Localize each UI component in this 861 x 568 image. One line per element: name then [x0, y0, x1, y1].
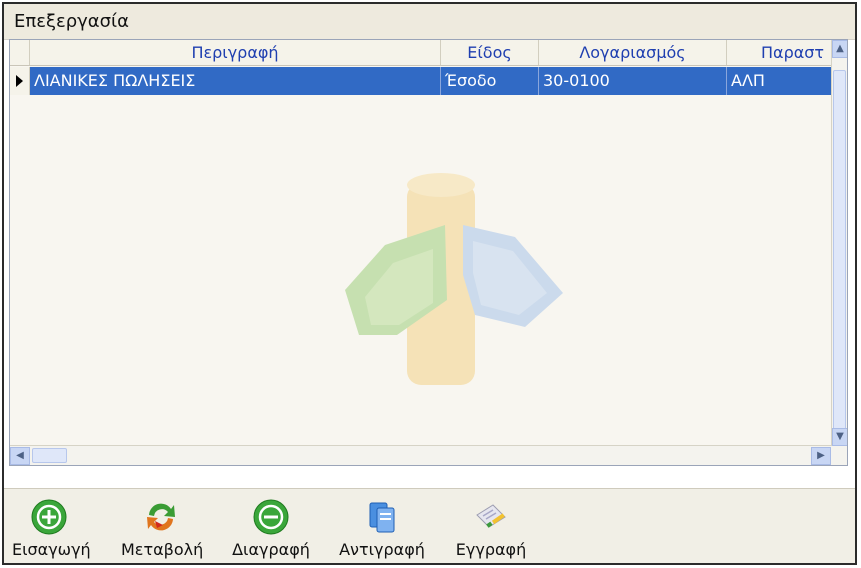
delete-label: Διαγραφή: [232, 540, 310, 559]
horizontal-scroll-thumb[interactable]: [32, 448, 67, 463]
row-indicator-icon: [16, 75, 23, 87]
column-header-type[interactable]: Είδος: [441, 40, 539, 65]
copy-pages-icon: [369, 502, 395, 533]
chevron-left-icon: ◀: [16, 450, 24, 461]
vertical-scrollbar[interactable]: ▲ ▼: [831, 40, 847, 465]
refresh-arrows-icon: [147, 503, 175, 531]
cell-account[interactable]: 30-0100: [539, 67, 727, 95]
vertical-scroll-thumb[interactable]: [833, 70, 846, 440]
cell-description[interactable]: ΛΙΑΝΙΚΕΣ ΠΩΛΗΣΕΙΣ: [30, 67, 441, 95]
horizontal-scrollbar[interactable]: ◀ ▶: [10, 445, 832, 465]
minus-circle-icon: [253, 499, 289, 535]
chevron-up-icon: ▲: [836, 43, 844, 54]
modify-button[interactable]: Μεταβολή: [121, 499, 204, 559]
record-label: Εγγραφή: [455, 540, 527, 559]
modify-label: Μεταβολή: [121, 540, 204, 559]
edit-window: Επεξεργασία Περιγραφή Είδος Λογαριασμός …: [2, 2, 857, 565]
header-indicator-cell: [10, 40, 30, 65]
delete-button[interactable]: Διαγραφή: [231, 499, 311, 559]
table-row[interactable]: ΛΙΑΝΙΚΕΣ ΠΩΛΗΣΕΙΣ Έσοδο 30-0100 ΑΛΠ: [10, 67, 832, 95]
insert-button[interactable]: Εισαγωγή: [12, 499, 91, 559]
scroll-left-button[interactable]: ◀: [10, 447, 30, 465]
column-header-account[interactable]: Λογαριασμός: [539, 40, 727, 65]
insert-label: Εισαγωγή: [12, 540, 91, 559]
scroll-down-button[interactable]: ▼: [832, 428, 847, 446]
chevron-down-icon: ▼: [836, 431, 844, 442]
document-edit-icon: [476, 504, 506, 528]
scroll-right-button[interactable]: ▶: [811, 447, 831, 465]
copy-button[interactable]: Αντιγραφή: [337, 499, 427, 559]
cell-type[interactable]: Έσοδο: [441, 67, 539, 95]
copy-label: Αντιγραφή: [339, 540, 425, 559]
scroll-up-button[interactable]: ▲: [832, 40, 847, 58]
chevron-right-icon: ▶: [817, 450, 825, 461]
window-title: Επεξεργασία: [14, 11, 130, 32]
grid-header: Περιγραφή Είδος Λογαριασμός Παραστ: [10, 40, 832, 66]
record-button[interactable]: Εγγραφή: [451, 499, 531, 559]
action-toolbar: Εισαγωγή Μεταβολή Διαγραφή Αντιγραφή Εγγ…: [4, 488, 855, 563]
column-header-description[interactable]: Περιγραφή: [30, 40, 441, 65]
window-titlebar: Επεξεργασία: [4, 4, 855, 40]
cell-document[interactable]: ΑΛΠ: [727, 67, 832, 95]
data-grid: Περιγραφή Είδος Λογαριασμός Παραστ ΛΙΑΝΙ…: [9, 39, 848, 466]
column-header-document[interactable]: Παραστ: [727, 40, 832, 65]
row-indicator: [10, 67, 30, 95]
plus-circle-icon: [31, 499, 67, 535]
watermark-logo: [345, 173, 563, 385]
